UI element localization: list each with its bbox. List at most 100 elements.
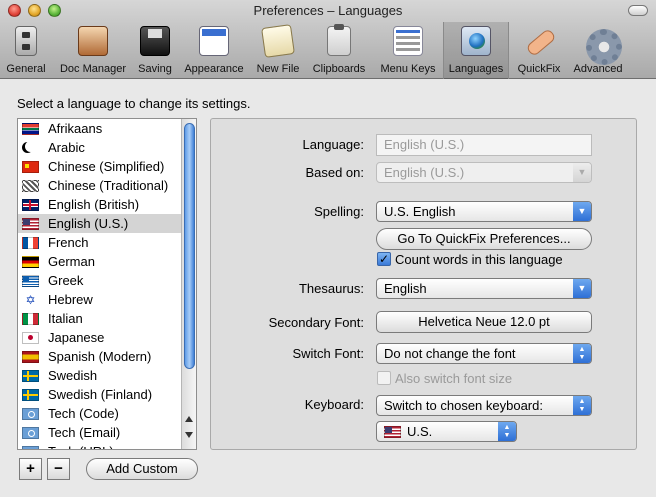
toolbar-label: Appearance xyxy=(184,63,244,75)
language-name: Spanish (Modern) xyxy=(48,349,152,364)
chevron-down-icon: ▼ xyxy=(573,279,591,298)
language-name: Japanese xyxy=(48,330,105,345)
window-title: Preferences – Languages xyxy=(253,3,403,18)
list-item[interactable]: French xyxy=(18,233,196,252)
title-bar: Preferences – Languages General Doc Mana… xyxy=(0,0,656,79)
language-name: Tech (URL) xyxy=(48,444,114,449)
add-custom-button[interactable]: Add Custom xyxy=(86,458,198,480)
flag-se-icon xyxy=(22,388,39,401)
spelling-popup[interactable]: U.S. English ▼ xyxy=(376,201,592,222)
flag-gb-icon xyxy=(22,198,39,211)
gear-icon xyxy=(583,26,622,65)
list-item[interactable]: Japanese xyxy=(18,328,196,347)
based-on-label: Based on: xyxy=(305,165,364,180)
list-item[interactable]: Tech (Email) xyxy=(18,423,196,442)
scroll-up-arrow-icon[interactable] xyxy=(185,416,193,422)
keyboard-mode-value: Switch to chosen keyboard: xyxy=(384,398,543,413)
flag-cn-icon xyxy=(22,160,39,173)
spelling-label: Spelling: xyxy=(314,204,364,219)
flag-un-icon xyxy=(22,407,39,420)
list-item[interactable]: Chinese (Simplified) xyxy=(18,157,196,176)
toolbar-label: Clipboards xyxy=(312,63,366,75)
go-to-quickfix-button[interactable]: Go To QuickFix Preferences... xyxy=(376,228,592,250)
language-name: Swedish (Finland) xyxy=(48,387,153,402)
list-item[interactable]: Italian xyxy=(18,309,196,328)
switch-font-value: Do not change the font xyxy=(384,346,516,361)
doc-manager-icon xyxy=(78,26,108,56)
based-on-value: English (U.S.) xyxy=(384,165,465,180)
general-icon xyxy=(15,26,37,56)
keyboard-label: Keyboard: xyxy=(304,397,364,412)
thesaurus-popup[interactable]: English ▼ xyxy=(376,278,592,299)
list-item[interactable]: Greek xyxy=(18,271,196,290)
toolbar: General Doc Manager Saving Appearance Ne… xyxy=(0,22,656,79)
chevron-down-icon: ▼ xyxy=(573,202,591,221)
toolbar-languages[interactable]: Languages xyxy=(443,22,509,79)
language-name: English (British) xyxy=(48,197,140,212)
up-down-arrows-icon: ▲ ▼ xyxy=(498,422,516,441)
flag-un-icon xyxy=(22,426,39,439)
toolbar-toggle-button[interactable] xyxy=(628,5,648,16)
flag-de-icon xyxy=(22,255,39,268)
language-label: Language: xyxy=(302,137,364,152)
toolbar-clipboards[interactable]: Clipboards xyxy=(306,22,372,79)
toolbar-general[interactable]: General xyxy=(2,22,50,79)
list-item[interactable]: ✡ Hebrew xyxy=(18,290,196,309)
toolbar-advanced[interactable]: Advanced xyxy=(568,22,628,79)
scroll-down-arrow-icon[interactable] xyxy=(185,432,193,438)
list-item[interactable]: Swedish xyxy=(18,366,196,385)
clipboard-icon xyxy=(327,24,351,56)
new-file-icon xyxy=(261,24,295,58)
flag-se-icon xyxy=(22,369,39,382)
language-list[interactable]: Afrikaans Arabic Chinese (Simplified) Chine… xyxy=(17,118,197,450)
toolbar-label: Doc Manager xyxy=(59,63,127,75)
toolbar-doc-manager[interactable]: Doc Manager xyxy=(53,22,133,79)
list-item[interactable]: English (British) xyxy=(18,195,196,214)
thesaurus-label: Thesaurus: xyxy=(298,281,364,296)
language-name: Afrikaans xyxy=(48,121,103,136)
globe-flag-icon xyxy=(461,26,491,56)
chevron-down-icon: ▼ xyxy=(573,163,591,182)
toolbar-appearance[interactable]: Appearance xyxy=(179,22,249,79)
switch-font-popup[interactable]: Do not change the font ▲ ▼ xyxy=(376,343,592,364)
list-item[interactable]: English (U.S.) xyxy=(18,214,196,233)
language-name: Swedish xyxy=(48,368,98,383)
toolbar-saving[interactable]: Saving xyxy=(134,22,176,79)
count-words-checkbox[interactable]: ✓ xyxy=(377,252,391,266)
remove-language-button[interactable]: − xyxy=(47,458,70,480)
us-flag-icon xyxy=(384,425,401,438)
flag-es-icon xyxy=(22,350,39,363)
scroll-thumb[interactable] xyxy=(184,123,195,369)
list-item[interactable]: Arabic xyxy=(18,138,196,157)
toolbar-new-file[interactable]: New File xyxy=(252,22,304,79)
spelling-value: U.S. English xyxy=(384,204,456,219)
flag-gr-icon xyxy=(22,274,39,287)
toolbar-menu-keys[interactable]: Menu Keys xyxy=(375,22,441,79)
up-down-arrows-icon: ▲ ▼ xyxy=(573,344,591,363)
toolbar-quickfix[interactable]: QuickFix xyxy=(511,22,567,79)
list-item[interactable]: Afrikaans xyxy=(18,119,196,138)
list-item[interactable]: Swedish (Finland) xyxy=(18,385,196,404)
keyboard-mode-popup[interactable]: Switch to chosen keyboard: ▲ ▼ xyxy=(376,395,592,416)
flag-it-icon xyxy=(22,312,39,325)
flag-ar-icon xyxy=(22,141,39,154)
flag-us-icon xyxy=(22,217,39,230)
thesaurus-value: English xyxy=(384,281,427,296)
keyboard-layout-value: U.S. xyxy=(407,424,433,439)
language-name: Tech (Email) xyxy=(48,425,121,440)
list-item[interactable]: Chinese (Traditional) xyxy=(18,176,196,195)
keyboard-layout-popup[interactable]: U.S. ▲ ▼ xyxy=(376,421,517,442)
also-switch-font-size-checkbox xyxy=(377,371,391,385)
menu-keys-icon xyxy=(393,26,423,56)
list-item[interactable]: German xyxy=(18,252,196,271)
secondary-font-button[interactable]: Helvetica Neue 12.0 pt xyxy=(376,311,592,333)
list-item[interactable]: Spanish (Modern) xyxy=(18,347,196,366)
count-words-label: Count words in this language xyxy=(395,252,563,267)
language-list-scrollbar[interactable] xyxy=(181,119,196,449)
appearance-icon xyxy=(199,26,229,56)
list-item[interactable]: Tech (URL) xyxy=(18,442,196,449)
language-name-field: English (U.S.) xyxy=(376,134,592,156)
add-language-button[interactable]: + xyxy=(19,458,42,480)
list-item[interactable]: Tech (Code) xyxy=(18,404,196,423)
language-list-items: Afrikaans Arabic Chinese (Simplified) Chine… xyxy=(18,119,196,449)
